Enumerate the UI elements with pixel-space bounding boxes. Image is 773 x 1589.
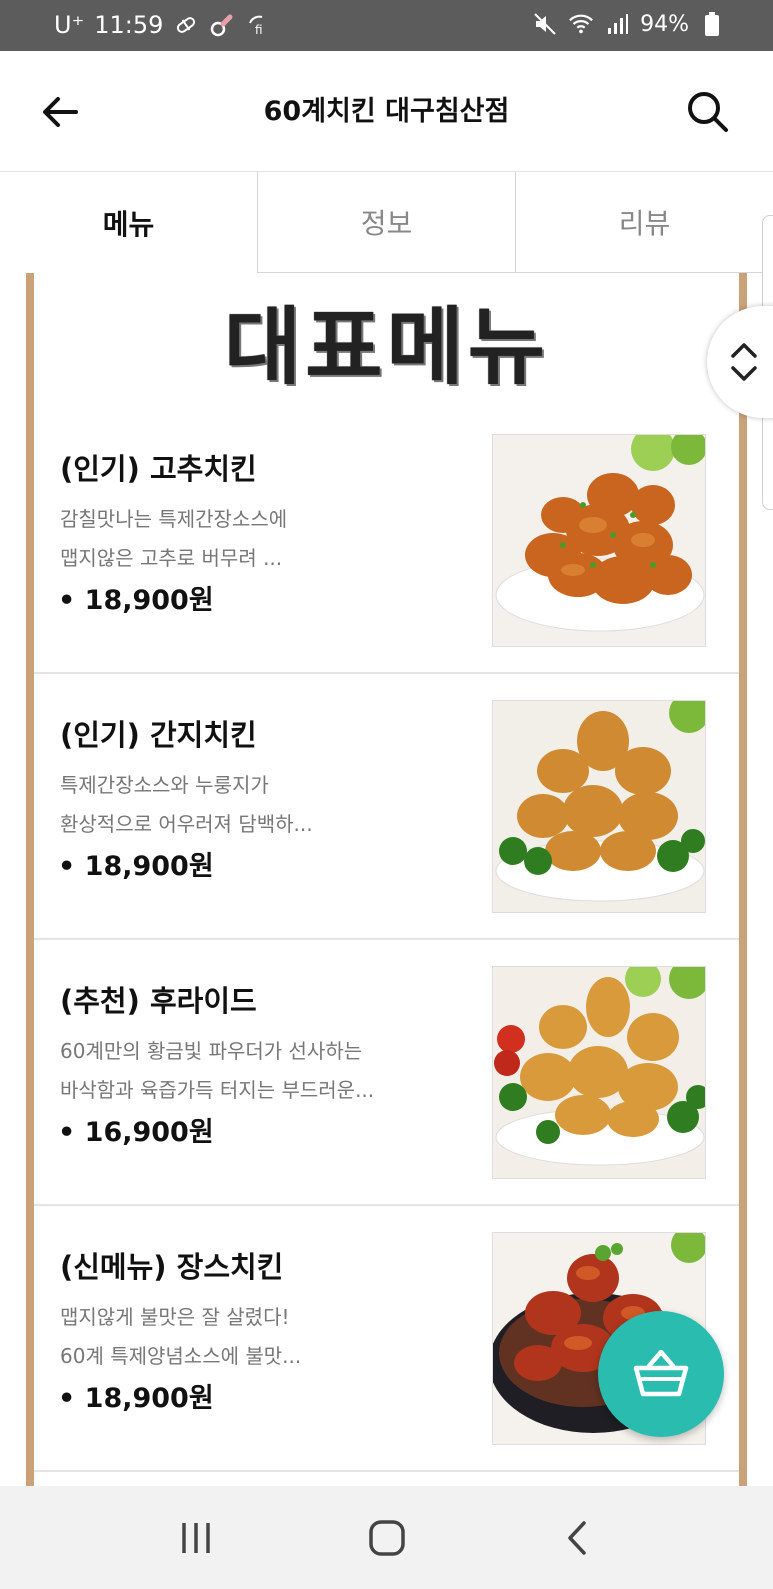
app-header: 60계치킨 대구침산점 [0,51,773,172]
home-icon [368,1519,405,1556]
tab-bar: 메뉴 정보 리뷰 [0,172,773,273]
recent-apps-button[interactable] [166,1508,226,1568]
menu-item-photo [492,434,706,647]
signal-icon [604,11,630,37]
menu-item-description: 감칠맛나는 특제간장소스에 맵지않은 고추로 버무려 ... [60,500,480,578]
menu-item-price: • 18,900원 [58,851,214,882]
svg-text:fi: fi [255,23,263,37]
menu-item-description: 60계만의 황금빛 파우더가 선사하는 바삭함과 육즙가득 터지는 부드러운..… [60,1032,480,1110]
menu-item-description: 맵지않게 불맛은 잘 살렸다! 60계 특제양념소스에 불맛... [60,1298,480,1376]
battery-percent: 94% [640,11,689,37]
menu-item-desc-line: 환상적으로 어우러져 담백하... [60,812,313,836]
wifi-icon [568,11,594,37]
search-icon [688,92,728,132]
status-right: 94% [532,11,725,37]
menu-item-desc-line: 바삭함과 육즙가득 터지는 부드러운... [60,1078,375,1102]
recent-apps-icon [181,1522,210,1553]
pill-icon [173,12,199,38]
menu-item[interactable]: (인기) 고추치킨 감칠맛나는 특제간장소스에 맵지않은 고추로 버무려 ...… [34,408,739,674]
menu-item-price: • 18,900원 [58,585,214,616]
menu-item-price: • 18,900원 [58,1383,214,1414]
home-button[interactable] [357,1508,417,1568]
page-title: 60계치킨 대구침산점 [263,96,510,127]
status-bar: U⁺ 11:59 fi 94% [0,0,773,51]
menu-item-desc-line: 특제간장소스와 누룽지가 [60,773,269,797]
menu-item-name: (신메뉴) 장스치킨 [60,1250,284,1284]
menu-item-desc-line: 감칠맛나는 특제간장소스에 [60,507,288,531]
menu-item[interactable]: (인기) 간지치킨 특제간장소스와 누룽지가 환상적으로 어우러져 담백하...… [34,674,739,940]
menu-item-name: (인기) 고추치킨 [60,452,257,486]
menu-item-photo [492,700,706,913]
basket-icon [633,1349,689,1397]
menu-item[interactable]: (추천) 후라이드 60계만의 황금빛 파우더가 선사하는 바삭함과 육즙가득 … [34,940,739,1206]
clock: 11:59 [94,11,164,39]
menu-item-description: 특제간장소스와 누룽지가 환상적으로 어우러져 담백하... [60,766,480,844]
system-nav-bar [0,1486,773,1589]
pacifier-icon [209,12,235,38]
carrier-label: U⁺ [54,11,85,39]
menu-item-desc-line: 60계 특제양념소스에 불맛... [60,1344,302,1368]
battery-icon [699,11,725,37]
menu-content: 대표메뉴 (인기) 고추치킨 감칠맛나는 특제간장소스에 맵지않은 고추로 버무… [26,273,747,1486]
section-title: 대표메뉴 [223,298,550,396]
mute-icon [532,11,558,37]
menu-item-desc-line: 60계만의 황금빛 파우더가 선사하는 [60,1039,363,1063]
menu-item-desc-line: 맵지않은 고추로 버무려 ... [60,546,283,570]
menu-item-price: • 16,900원 [58,1117,214,1148]
tab-menu[interactable]: 메뉴 [0,172,257,273]
search-button[interactable] [683,87,733,137]
menu-item-name: (인기) 간지치킨 [60,718,257,752]
chevron-up-down-icon [731,343,757,381]
tab-reviews[interactable]: 리뷰 [515,172,773,273]
cart-button[interactable] [598,1311,724,1437]
menu-item-name: (추천) 후라이드 [60,984,257,1018]
status-left: U⁺ 11:59 fi [54,11,271,39]
wifi-calling-icon: fi [245,12,271,38]
menu-item-photo [492,966,706,1179]
menu-item-desc-line: 맵지않게 불맛은 잘 살렸다! [60,1305,290,1329]
tab-info[interactable]: 정보 [257,172,515,273]
back-chevron-icon [567,1520,586,1555]
back-nav-button[interactable] [548,1508,608,1568]
